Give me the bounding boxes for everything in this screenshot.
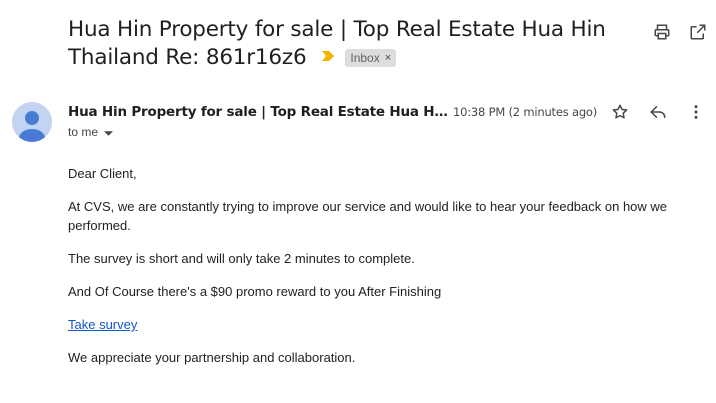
print-icon[interactable] (644, 20, 680, 44)
caret-down-icon (104, 122, 114, 142)
importance-marker-icon[interactable] (321, 49, 335, 67)
remove-label-icon[interactable]: × (385, 49, 391, 67)
body-paragraph-2: The survey is short and will only take 2… (68, 251, 415, 266)
sender-name[interactable]: Hua Hin Property for sale | Top Real Est… (68, 102, 448, 122)
body-greeting: Dear Client, (68, 166, 137, 181)
email-timestamp: 10:38 PM (2 minutes ago) (453, 105, 598, 119)
more-vert-icon[interactable] (677, 100, 715, 124)
take-survey-link[interactable]: Take survey (68, 317, 137, 332)
sender-avatar[interactable] (12, 102, 52, 142)
survey-link-row: Take survey (68, 315, 688, 334)
inbox-label-chip[interactable]: Inbox × (345, 48, 397, 67)
body-paragraph-3: And Of Course there's a $90 promo reward… (68, 284, 442, 299)
subject-header: Hua Hin Property for sale | Top Real Est… (68, 16, 628, 72)
body-paragraph-1: At CVS, we are constantly trying to impr… (68, 199, 668, 233)
sender-block: Hua Hin Property for sale | Top Real Est… (68, 102, 448, 142)
inbox-label-text: Inbox (350, 50, 380, 65)
open-in-new-window-icon[interactable] (680, 20, 716, 44)
star-icon[interactable] (601, 100, 639, 124)
reply-icon[interactable] (639, 100, 677, 124)
recipient-details-toggle[interactable]: to me (68, 122, 114, 142)
body-closing: We appreciate your partnership and colla… (68, 350, 356, 365)
email-subject: Hua Hin Property for sale | Top Real Est… (68, 17, 606, 70)
email-body: Dear Client, At CVS, we are constantly t… (68, 164, 688, 381)
thread-actions (644, 20, 716, 44)
recipient-text: to me (68, 125, 99, 139)
message-actions (601, 100, 715, 124)
